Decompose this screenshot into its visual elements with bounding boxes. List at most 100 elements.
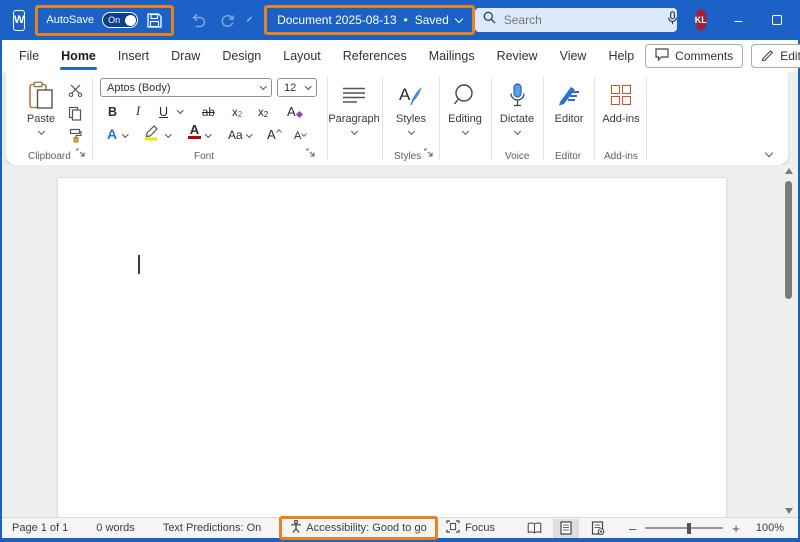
change-case-chevron-icon[interactable]: [246, 131, 253, 138]
text-predictions-status[interactable]: Text Predictions: On: [163, 522, 261, 534]
collapse-ribbon-chevron-icon[interactable]: [764, 148, 774, 158]
save-icon[interactable]: [146, 12, 163, 29]
word-count[interactable]: 0 words: [96, 522, 135, 534]
customize-toolbar-chevron-icon[interactable]: [247, 16, 253, 21]
tab-review[interactable]: Review: [486, 40, 549, 72]
highlight-chevron-icon[interactable]: [165, 131, 172, 138]
underline-button[interactable]: U: [159, 102, 168, 119]
clipboard-dialog-launcher-icon[interactable]: [76, 144, 85, 162]
microphone-icon[interactable]: [667, 10, 678, 30]
subscript-digit: 2: [237, 110, 243, 119]
paste-button[interactable]: Paste: [18, 80, 64, 136]
vertical-scrollbar[interactable]: [782, 165, 796, 517]
styles-icon: A: [398, 80, 424, 110]
copy-button[interactable]: [68, 106, 82, 121]
svg-text:A: A: [399, 85, 411, 104]
strikethrough-button[interactable]: ab: [202, 102, 215, 119]
search-input[interactable]: [503, 13, 659, 27]
tab-help[interactable]: Help: [597, 40, 645, 72]
dictate-button[interactable]: Dictate: [494, 80, 540, 136]
editing-ribbon-label: Editing: [448, 113, 482, 125]
editing-button[interactable]: Editing: [442, 80, 488, 136]
font-color-chevron-icon[interactable]: [205, 131, 212, 138]
document-title[interactable]: Document 2025-08-13: [277, 13, 396, 27]
scroll-up-arrow-icon[interactable]: [785, 168, 793, 174]
text-cursor: [138, 255, 140, 274]
word-app-icon[interactable]: W: [13, 9, 26, 31]
divider: [594, 77, 595, 160]
styles-dialog-launcher-icon[interactable]: [424, 144, 433, 162]
maximize-button[interactable]: [758, 0, 797, 40]
autosave-toggle-state: On: [108, 15, 121, 25]
shrink-font-button[interactable]: A: [294, 125, 308, 142]
font-color-button[interactable]: A: [188, 123, 201, 140]
web-layout-button[interactable]: [585, 519, 611, 538]
underline-chevron-icon[interactable]: [177, 107, 184, 114]
zoom-slider[interactable]: [645, 522, 724, 534]
scrollbar-thumb[interactable]: [785, 181, 792, 299]
ribbon: Paste Clipboard Aptos (Body) 12 B I U ab…: [6, 72, 788, 165]
font-dialog-launcher-icon[interactable]: [306, 144, 315, 162]
italic-button[interactable]: I: [136, 102, 140, 119]
highlight-color-button[interactable]: [143, 124, 160, 146]
print-layout-button[interactable]: [553, 518, 580, 538]
redo-icon[interactable]: [220, 13, 235, 28]
scroll-down-arrow-icon[interactable]: [785, 508, 793, 514]
tab-home[interactable]: Home: [50, 40, 107, 72]
grow-font-button[interactable]: A: [267, 125, 282, 142]
superscript-button[interactable]: x2: [258, 102, 268, 119]
subscript-button[interactable]: x2: [232, 102, 242, 119]
avatar[interactable]: KL: [694, 9, 707, 31]
text-effects-chevron-icon[interactable]: [122, 131, 129, 138]
font-size-combobox[interactable]: 12: [277, 78, 317, 97]
tab-layout[interactable]: Layout: [272, 40, 332, 72]
search-box[interactable]: [474, 8, 678, 32]
tab-file[interactable]: File: [8, 40, 50, 72]
format-painter-button[interactable]: [68, 128, 82, 143]
autosave-highlight-box: AutoSave On: [35, 4, 175, 36]
tab-mailings[interactable]: Mailings: [418, 40, 486, 72]
focus-button[interactable]: Focus: [446, 520, 495, 536]
minimize-button[interactable]: –: [719, 0, 758, 40]
pencil-icon: [761, 48, 774, 64]
tab-draw[interactable]: Draw: [160, 40, 211, 72]
paragraph-button[interactable]: Paragraph: [328, 80, 380, 136]
font-color-letter: A: [189, 122, 200, 137]
zoom-level[interactable]: 100%: [756, 522, 784, 534]
text-effects-typography-button[interactable]: A: [287, 102, 303, 119]
editor-group-label: Editor: [555, 151, 582, 162]
page-indicator[interactable]: Page 1 of 1: [12, 522, 68, 534]
font-name-combobox[interactable]: Aptos (Body): [100, 78, 272, 97]
accessibility-highlight-box[interactable]: Accessibility: Good to go: [279, 516, 438, 540]
addins-button[interactable]: Add-ins: [598, 80, 644, 125]
zoom-out-button[interactable]: –: [629, 521, 636, 536]
copy-icon: [68, 106, 82, 121]
bold-button[interactable]: B: [108, 102, 117, 119]
status-bar: Page 1 of 1 0 words Text Predictions: On…: [2, 516, 798, 540]
voice-group-label: Voice: [505, 151, 530, 162]
styles-button[interactable]: A Styles: [388, 80, 434, 136]
dictate-label: Dictate: [499, 113, 535, 125]
tab-references[interactable]: References: [332, 40, 418, 72]
paste-clipboard-icon: [28, 80, 54, 110]
title-bar: W AutoSave On Document 2025-08-13 • Save…: [0, 0, 800, 40]
tab-design[interactable]: Design: [211, 40, 272, 72]
change-case-button[interactable]: Aa: [228, 125, 243, 142]
title-chevron-icon[interactable]: [454, 14, 463, 23]
statusbar-right-cluster: Focus – + 100%: [446, 518, 784, 538]
zoom-slider-thumb[interactable]: [687, 522, 691, 534]
tab-view[interactable]: View: [549, 40, 598, 72]
comments-button[interactable]: Comments: [645, 44, 744, 68]
undo-icon[interactable]: [190, 13, 206, 28]
text-effects-button[interactable]: A: [107, 125, 117, 142]
read-mode-button[interactable]: [521, 519, 547, 538]
zoom-in-button[interactable]: +: [732, 521, 740, 536]
cut-button[interactable]: [68, 84, 83, 97]
document-title-highlight-box: Document 2025-08-13 • Saved: [264, 5, 475, 35]
editor-button[interactable]: Editor: [546, 80, 592, 125]
addins-grid-icon: [610, 80, 632, 110]
autosave-toggle[interactable]: On: [102, 12, 139, 28]
document-page[interactable]: [57, 177, 727, 517]
tab-insert[interactable]: Insert: [107, 40, 160, 72]
editing-mode-button[interactable]: Editing: [751, 44, 800, 68]
